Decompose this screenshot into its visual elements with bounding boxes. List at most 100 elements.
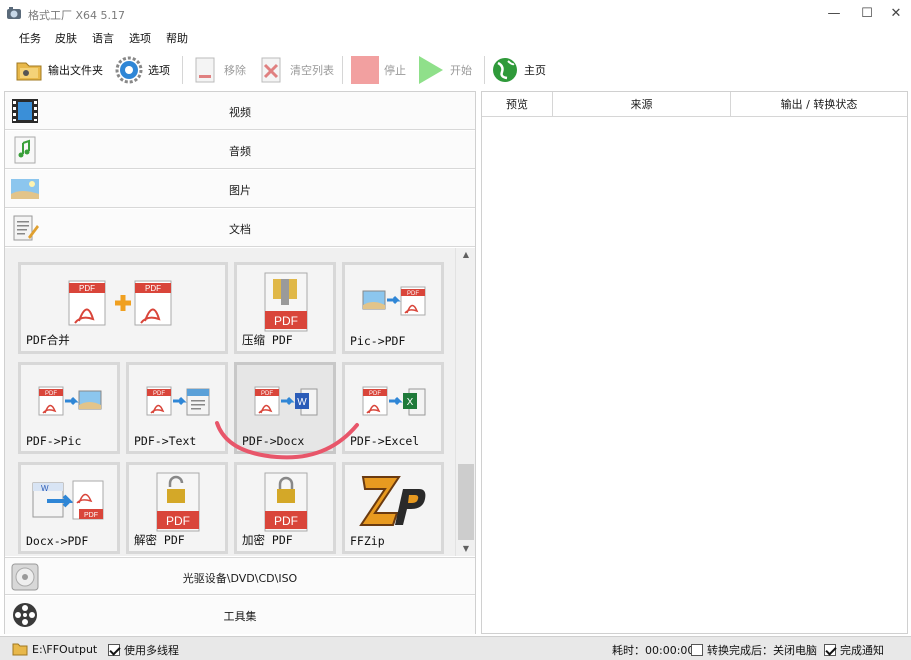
start-label: 开始 (450, 64, 472, 77)
output-path-label: E:\FFOutput (32, 642, 98, 656)
home-label: 主页 (524, 64, 546, 77)
pdf-badge: PDF (274, 314, 298, 328)
folder-icon (12, 643, 28, 656)
tool-pdf-encrypt-label: 加密 PDF (242, 533, 293, 547)
pdf-badge: PDF (79, 284, 95, 293)
category-disc[interactable]: 光驱设备\DVD\CD\ISO (5, 557, 475, 595)
tool-pic-to-pdf[interactable]: PDF Pic->PDF (342, 262, 444, 354)
scroll-down-icon[interactable]: ▼ (456, 542, 476, 556)
category-tools[interactable]: 工具集 (5, 596, 475, 634)
menu-bar: 任务 皮肤 语言 选项 帮助 (0, 28, 911, 48)
ffzip-icon (359, 476, 426, 526)
task-table-header: 预览 来源 输出 / 转换状态 (482, 92, 907, 117)
pdf-badge: PDF (45, 391, 57, 397)
category-tools-label: 工具集 (223, 610, 257, 623)
title-bar: 格式工厂 X64 5.17 — ☐ ✕ (0, 0, 911, 28)
pdf-decrypt-icon: PDF (156, 472, 200, 532)
remove-button[interactable]: 移除 (190, 52, 246, 88)
elapsed-time-label: 耗时：00:00:00 (612, 644, 695, 657)
category-video-label: 视频 (229, 106, 251, 119)
output-folder-label: 输出文件夹 (48, 64, 103, 77)
tool-ffzip-label: FFZip (350, 534, 385, 548)
maximize-button[interactable]: ☐ (853, 4, 881, 24)
multithread-option[interactable]: 使用多线程 (108, 642, 179, 658)
category-document-label: 文档 (229, 223, 251, 236)
after-complete-label: 转换完成后：关闭电脑 (707, 644, 817, 657)
tool-docx-to-pdf[interactable]: W PDF Docx->PDF (18, 462, 120, 554)
scroll-thumb[interactable] (458, 464, 474, 540)
folder-icon (16, 62, 42, 81)
tool-docx-to-pdf-label: Docx->PDF (26, 534, 89, 548)
tool-ffzip[interactable]: FFZip (342, 462, 444, 554)
column-output-status[interactable]: 输出 / 转换状态 (731, 92, 907, 117)
scroll-up-icon[interactable]: ▲ (456, 248, 476, 262)
pdf-badge: PDF (261, 391, 273, 397)
gear-icon (115, 56, 143, 84)
start-button[interactable]: 开始 (416, 52, 472, 88)
column-source[interactable]: 来源 (553, 92, 731, 117)
options-label: 选项 (148, 64, 170, 77)
tool-pdf-to-pic[interactable]: PDF PDF->Pic (18, 362, 120, 454)
minimize-button[interactable]: — (820, 4, 848, 24)
tool-pdf-compress[interactable]: PDF 压缩 PDF (234, 262, 336, 354)
options-button[interactable]: 选项 (114, 52, 170, 88)
tool-pdf-decrypt[interactable]: PDF 解密 PDF (126, 462, 228, 554)
status-bar: E:\FFOutput 使用多线程 耗时：00:00:00 转换完成后：关闭电脑… (0, 636, 911, 660)
window-title: 格式工厂 X64 5.17 (28, 9, 126, 22)
pic-to-pdf-icon: PDF (362, 286, 426, 316)
toolbar-divider (484, 56, 485, 84)
clear-list-button[interactable]: 清空列表 (256, 52, 334, 88)
menu-help[interactable]: 帮助 (166, 30, 188, 46)
tool-pdf-merge[interactable]: PDF PDF PDF合并 (18, 262, 228, 354)
play-icon (419, 56, 443, 84)
menu-options[interactable]: 选项 (129, 30, 151, 46)
pdf-compress-icon: PDF (264, 272, 308, 332)
category-audio[interactable]: 音频 (5, 131, 475, 169)
category-document[interactable]: 文档 (5, 209, 475, 247)
pdf-badge: PDF (84, 512, 98, 519)
clear-list-icon (261, 57, 281, 83)
close-button[interactable]: ✕ (882, 4, 910, 24)
stop-label: 停止 (384, 64, 406, 77)
column-preview[interactable]: 预览 (482, 92, 553, 117)
toolbar-divider (182, 56, 183, 84)
after-complete-option[interactable]: 转换完成后：关闭电脑 (691, 642, 817, 658)
pdf-badge: PDF (369, 391, 381, 397)
output-folder-button[interactable]: 输出文件夹 (14, 52, 103, 88)
svg-text:X: X (407, 397, 414, 408)
remove-label: 移除 (224, 64, 246, 77)
after-complete-checkbox[interactable] (691, 644, 703, 656)
notify-option[interactable]: 完成通知 (824, 642, 884, 658)
category-image-label: 图片 (229, 184, 251, 197)
globe-icon (493, 58, 517, 82)
pdf-badge: PDF (153, 391, 165, 397)
menu-language[interactable]: 语言 (92, 30, 114, 46)
home-button[interactable]: 主页 (490, 52, 546, 88)
tools-scrollbar[interactable]: ▲ ▼ (455, 248, 475, 556)
docx-to-pdf-icon: W PDF (32, 480, 104, 520)
svg-text:W: W (41, 484, 49, 493)
app-logo-icon (7, 7, 21, 19)
category-audio-label: 音频 (229, 145, 251, 158)
menu-skin[interactable]: 皮肤 (55, 30, 77, 46)
category-disc-label: 光驱设备\DVD\CD\ISO (182, 572, 298, 585)
pdf-merge-icon: PDF PDF (68, 280, 172, 326)
pdf-badge: PDF (145, 284, 161, 293)
notify-checkbox[interactable] (824, 644, 836, 656)
pdf-to-excel-icon: PDF X (362, 386, 426, 416)
tool-pdf-compress-label: 压缩 PDF (242, 333, 293, 347)
category-image[interactable]: 图片 (5, 170, 475, 208)
category-video[interactable]: 视频 (5, 92, 475, 130)
multithread-checkbox[interactable] (108, 644, 120, 656)
pdf-encrypt-icon: PDF (264, 472, 308, 532)
tool-pdf-to-pic-label: PDF->Pic (26, 434, 82, 448)
document-tools-grid: PDF PDF PDF合并 PDF 压缩 PDF PDF Pic->PDF PD… (5, 248, 475, 556)
tool-pdf-merge-label: PDF合并 (26, 333, 70, 347)
menu-task[interactable]: 任务 (19, 30, 41, 46)
tool-pdf-encrypt[interactable]: PDF 加密 PDF (234, 462, 336, 554)
toolbar-divider (342, 56, 343, 84)
pdf-to-pic-icon: PDF (38, 386, 102, 416)
stop-button[interactable]: 停止 (350, 52, 406, 88)
output-path[interactable]: E:\FFOutput (12, 642, 97, 656)
tool-pic-to-pdf-label: Pic->PDF (350, 334, 406, 348)
